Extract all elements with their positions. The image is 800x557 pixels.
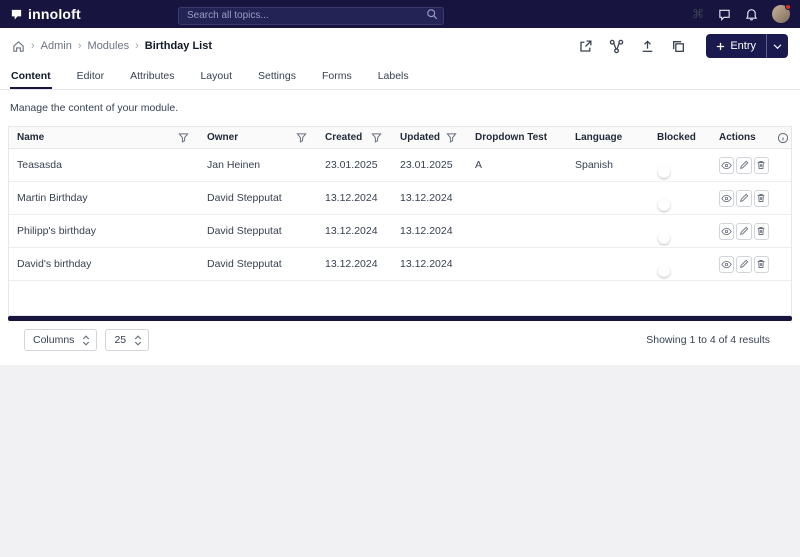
- edit-button[interactable]: [736, 255, 752, 273]
- col-header-owner: Owner: [207, 132, 239, 143]
- chevron-updown-icon: [82, 334, 90, 346]
- filter-icon-name[interactable]: [178, 132, 189, 143]
- cell-updated: 13.12.2024: [400, 192, 453, 204]
- col-header-name: Name: [17, 132, 45, 143]
- workflow-icon[interactable]: [609, 39, 624, 54]
- view-button[interactable]: [719, 255, 735, 273]
- filter-icon-updated[interactable]: [446, 132, 457, 143]
- cell-dropdown-test: A: [475, 159, 483, 171]
- tab-attributes[interactable]: Attributes: [129, 64, 175, 89]
- cell-owner: David Stepputat: [207, 192, 282, 204]
- upload-icon[interactable]: [640, 39, 655, 54]
- innoloft-logo[interactable]: innoloft: [10, 6, 81, 22]
- col-header-blocked: Blocked: [657, 132, 696, 143]
- view-button[interactable]: [719, 189, 735, 207]
- user-avatar[interactable]: [772, 4, 791, 23]
- innoloft-logo-icon: [10, 8, 23, 21]
- cell-updated: 13.12.2024: [400, 225, 453, 237]
- cell-created: 13.12.2024: [325, 192, 378, 204]
- cell-language: Spanish: [575, 159, 613, 171]
- duplicate-icon[interactable]: [671, 39, 686, 54]
- delete-button[interactable]: [753, 189, 769, 207]
- tab-labels[interactable]: Labels: [377, 64, 410, 89]
- edit-button[interactable]: [736, 222, 752, 240]
- cell-updated: 23.01.2025: [400, 159, 453, 171]
- table-row[interactable]: David's birthday David Stepputat 13.12.2…: [9, 248, 791, 281]
- cell-name: Martin Birthday: [17, 192, 88, 204]
- filter-icon-owner[interactable]: [296, 132, 307, 143]
- delete-button[interactable]: [753, 255, 769, 273]
- results-summary: Showing 1 to 4 of 4 results: [646, 334, 770, 346]
- tab-layout[interactable]: Layout: [199, 64, 233, 89]
- cell-created: 13.12.2024: [325, 225, 378, 237]
- page-content: › Admin › Modules › Birthday List Entry …: [0, 28, 800, 365]
- col-header-dropdown-test: Dropdown Test: [475, 132, 548, 143]
- chevron-updown-icon: [134, 334, 142, 346]
- breadcrumb-current-page: Birthday List: [144, 40, 213, 52]
- module-toolbar: Entry: [578, 34, 788, 58]
- delete-button[interactable]: [753, 156, 769, 174]
- topbar: innoloft ⌘: [0, 0, 800, 28]
- page-subtitle: Manage the content of your module.: [10, 102, 179, 114]
- columns-select[interactable]: Columns: [24, 329, 98, 351]
- table-row[interactable]: Philipp's birthday David Stepputat 13.12…: [9, 215, 791, 248]
- info-icon[interactable]: [777, 132, 789, 144]
- tab-editor[interactable]: Editor: [76, 64, 105, 89]
- columns-select-label: Columns: [33, 334, 75, 346]
- breadcrumb: › Admin › Modules › Birthday List: [12, 40, 212, 53]
- open-external-icon[interactable]: [578, 39, 593, 54]
- search-icon: [426, 8, 438, 20]
- search-input[interactable]: [178, 6, 444, 25]
- plus-icon: [716, 42, 725, 51]
- cell-owner: Jan Heinen: [207, 159, 261, 171]
- col-header-language: Language: [575, 132, 623, 143]
- notification-dot: [785, 4, 791, 10]
- tab-settings[interactable]: Settings: [257, 64, 297, 89]
- add-entry-button[interactable]: Entry: [706, 34, 788, 58]
- bell-icon[interactable]: [745, 8, 758, 21]
- col-header-created: Created: [325, 132, 363, 143]
- edit-button[interactable]: [736, 189, 752, 207]
- view-button[interactable]: [719, 156, 735, 174]
- home-icon[interactable]: [12, 40, 25, 53]
- cell-name: Teasasda: [17, 159, 62, 171]
- page-size-value: 25: [114, 334, 127, 346]
- table-row[interactable]: Martin Birthday David Stepputat 13.12.20…: [9, 182, 791, 215]
- breadcrumb-admin[interactable]: Admin: [41, 40, 72, 52]
- edit-button[interactable]: [736, 156, 752, 174]
- tab-forms[interactable]: Forms: [321, 64, 353, 89]
- table-header-row: Name Owner Created Updated Dropdown Test…: [9, 127, 791, 149]
- table-footer: Columns 25 Showing 1 to 4 of 4 results: [8, 329, 792, 351]
- tab-content[interactable]: Content: [10, 64, 52, 89]
- chat-icon[interactable]: [718, 8, 731, 21]
- cell-owner: David Stepputat: [207, 225, 282, 237]
- col-header-actions: Actions: [719, 132, 756, 143]
- module-tabs: Content Editor Attributes Layout Setting…: [0, 64, 800, 90]
- cell-updated: 13.12.2024: [400, 258, 453, 270]
- entries-table: Name Owner Created Updated Dropdown Test…: [8, 126, 792, 316]
- cell-name: Philipp's birthday: [17, 225, 97, 237]
- command-shortcut-icon[interactable]: ⌘: [692, 8, 704, 20]
- cell-owner: David Stepputat: [207, 258, 282, 270]
- breadcrumb-row: › Admin › Modules › Birthday List Entry: [0, 28, 800, 64]
- cell-created: 23.01.2025: [325, 159, 378, 171]
- view-button[interactable]: [719, 222, 735, 240]
- breadcrumb-modules[interactable]: Modules: [88, 40, 130, 52]
- logo-text: innoloft: [28, 6, 81, 22]
- global-search: [178, 5, 444, 25]
- table-empty-area: [9, 281, 791, 315]
- page-size-select[interactable]: 25: [105, 329, 150, 351]
- breadcrumb-separator: ›: [77, 40, 82, 52]
- entry-dropdown-caret[interactable]: [766, 34, 788, 58]
- table-row[interactable]: Teasasda Jan Heinen 23.01.2025 23.01.202…: [9, 149, 791, 182]
- horizontal-scrollbar[interactable]: [8, 316, 792, 321]
- breadcrumb-separator: ›: [31, 40, 35, 52]
- delete-button[interactable]: [753, 222, 769, 240]
- col-header-updated: Updated: [400, 132, 440, 143]
- cell-name: David's birthday: [17, 258, 92, 270]
- breadcrumb-separator: ›: [135, 40, 139, 52]
- filter-icon-created[interactable]: [371, 132, 382, 143]
- entry-button-label: Entry: [730, 40, 756, 52]
- cell-created: 13.12.2024: [325, 258, 378, 270]
